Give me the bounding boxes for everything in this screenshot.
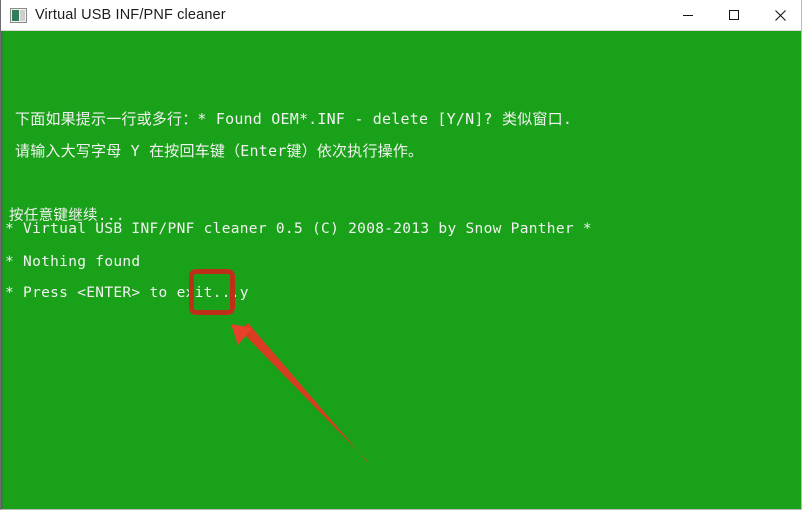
close-icon	[774, 9, 787, 22]
pointer-arrow	[231, 323, 369, 464]
window-controls	[665, 0, 801, 30]
instruction-line-1: 下面如果提示一行或多行：* Found OEM*.INF - delete [Y…	[15, 110, 573, 128]
window-title: Virtual USB INF/PNF cleaner	[35, 7, 226, 23]
console-line-banner: * Virtual USB INF/PNF cleaner 0.5 (C) 20…	[5, 221, 592, 237]
title-bar: Virtual USB INF/PNF cleaner	[1, 0, 801, 31]
maximize-button[interactable]	[711, 0, 757, 30]
close-button[interactable]	[757, 0, 801, 30]
instruction-line-2: 请输入大写字母 Y 在按回车键（Enter键）依次执行操作。	[15, 142, 424, 160]
application-window: Virtual USB INF/PNF cleaner 下面如果提示一行或多行：…	[0, 0, 802, 510]
console-output-area[interactable]: 下面如果提示一行或多行：* Found OEM*.INF - delete [Y…	[1, 31, 801, 509]
console-window-icon	[10, 7, 27, 23]
console-line-press-enter: * Press <ENTER> to exit...y	[5, 285, 249, 301]
maximize-icon	[728, 9, 740, 21]
minimize-icon	[682, 9, 694, 21]
minimize-button[interactable]	[665, 0, 711, 30]
console-line-nothing-found: * Nothing found	[5, 254, 141, 270]
